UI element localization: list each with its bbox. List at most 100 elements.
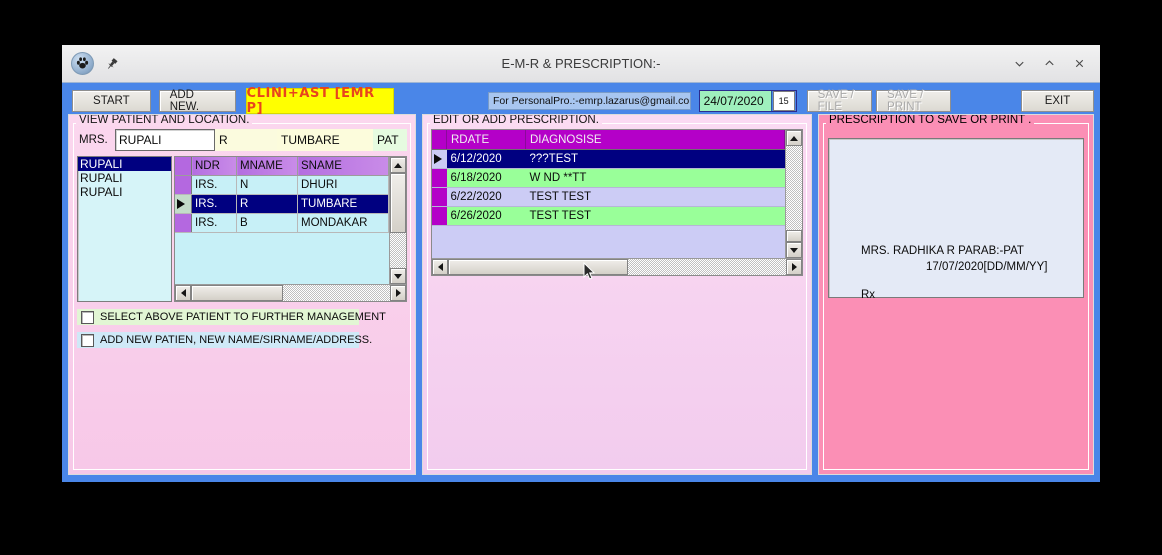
scroll-right-button[interactable]	[786, 259, 802, 275]
scrollbar-track[interactable]	[390, 233, 406, 268]
close-button[interactable]	[1066, 52, 1092, 76]
cell-sname[interactable]: MONDAKAR	[297, 213, 389, 233]
chevron-up-icon	[790, 135, 798, 141]
list-item[interactable]: RUPALI	[78, 157, 171, 171]
cell-mname[interactable]: N	[236, 175, 298, 195]
grid-table-scroll: NDR MNAME SNAME IRS. N DHURI IRS. R TUMB…	[175, 157, 389, 284]
prescription-data-grid: RDATE DIAGNOSISE 6/12/2020 ???TEST 6/18/…	[431, 129, 803, 276]
table-row[interactable]: IRS. B MONDAKAR	[175, 213, 389, 233]
cell-diagnosise[interactable]: W ND **TT	[525, 168, 785, 188]
preview-date: 17/07/2020[DD/MM/YY]	[926, 261, 1048, 273]
chevron-down-icon	[790, 247, 798, 253]
cell-rdate[interactable]: 6/22/2020	[446, 187, 526, 207]
cell-mname[interactable]: R	[236, 194, 298, 214]
grid-table-scroll: RDATE DIAGNOSISE 6/12/2020 ???TEST 6/18/…	[432, 130, 785, 258]
cell-gndr[interactable]: IRS.	[191, 175, 237, 195]
scrollbar-track[interactable]	[628, 259, 786, 275]
cell-rdate[interactable]: 6/12/2020	[446, 149, 526, 169]
cell-diagnosise[interactable]: ???TEST	[525, 149, 785, 169]
chevron-down-icon	[394, 273, 402, 279]
row-indicator[interactable]	[175, 175, 192, 195]
middle-initial-field[interactable]: R	[215, 129, 277, 151]
table-row[interactable]: 6/12/2020 ???TEST	[432, 149, 785, 169]
table-header-row: RDATE DIAGNOSISE	[432, 130, 785, 150]
add-new-patient-checkbox[interactable]	[81, 333, 94, 347]
application-window: E-M-R & PRESCRIPTION:- START ADD NEW. CL…	[62, 45, 1100, 482]
prescription-output-panel: PRESCRIPTION TO SAVE OR PRINT . MRS. RAD…	[818, 114, 1094, 475]
row-indicator[interactable]	[432, 149, 447, 169]
scrollbar-track[interactable]	[283, 285, 390, 301]
exit-button[interactable]: EXIT	[1020, 89, 1094, 112]
window-controls	[1006, 52, 1100, 76]
location-field[interactable]: PAT	[373, 129, 407, 151]
grid-vertical-scrollbar[interactable]	[785, 130, 802, 258]
row-indicator[interactable]	[432, 187, 447, 207]
grid-horizontal-scrollbar[interactable]	[175, 284, 406, 301]
scroll-down-button[interactable]	[390, 268, 406, 284]
select-patient-checkbox-row[interactable]: SELECT ABOVE PATIENT TO FURTHER MANAGEME…	[77, 309, 386, 325]
minimize-button[interactable]	[1006, 52, 1032, 76]
column-header-sname[interactable]: SNAME	[297, 157, 389, 176]
save-print-button[interactable]: SAVE / PRINT	[876, 89, 951, 113]
add-new-patient-checkbox-row[interactable]: ADD NEW PATIEN, NEW NAME/SIRNAME/ADDRESS…	[77, 332, 372, 348]
grid-main: NDR MNAME SNAME IRS. N DHURI IRS. R TUMB…	[175, 157, 406, 284]
pin-icon[interactable]	[105, 57, 119, 71]
chevron-left-icon	[180, 289, 186, 297]
left-panel-content: MRS. RUPALI R TUMBARE PAT RUPALI RUPALI …	[69, 115, 415, 348]
list-item[interactable]: RUPALI	[78, 171, 171, 185]
table-row[interactable]: IRS. R TUMBARE	[175, 194, 389, 214]
row-indicator[interactable]	[175, 213, 192, 233]
table-row[interactable]: 6/22/2020 TEST TEST	[432, 187, 785, 207]
date-input[interactable]: 24/07/2020	[699, 90, 772, 111]
cell-rdate[interactable]: 6/18/2020	[446, 168, 526, 188]
scrollbar-track[interactable]	[786, 146, 802, 230]
row-indicator[interactable]	[432, 168, 447, 188]
email-display-field[interactable]: For PersonalPro.:-emrp.lazarus@gmail.com	[488, 91, 691, 110]
scroll-left-button[interactable]	[175, 285, 191, 301]
table-row[interactable]: 6/26/2020 TEST TEST	[432, 206, 785, 226]
cell-rdate[interactable]: 6/26/2020	[446, 206, 526, 226]
current-row-arrow-icon	[177, 199, 185, 209]
save-file-button[interactable]: SAVE / FILE	[806, 89, 873, 113]
scrollbar-thumb[interactable]	[786, 230, 802, 242]
edit-prescription-panel: EDIT OR ADD PRESCRIPTION. RDATE DIAGNOSI…	[422, 114, 812, 475]
row-indicator[interactable]	[175, 194, 192, 214]
start-button[interactable]: START	[72, 89, 151, 112]
add-new-button[interactable]: ADD NEW.	[158, 89, 236, 113]
scrollbar-thumb[interactable]	[191, 285, 283, 301]
cell-diagnosise[interactable]: TEST TEST	[525, 187, 785, 207]
maximize-button[interactable]	[1036, 52, 1062, 76]
row-indicator[interactable]	[432, 206, 447, 226]
date-field-group: 24/07/2020 15	[698, 89, 797, 112]
scroll-up-button[interactable]	[786, 130, 802, 146]
grid-horizontal-scrollbar[interactable]	[432, 258, 802, 275]
table-row[interactable]: 6/18/2020 W ND **TT	[432, 168, 785, 188]
scroll-up-button[interactable]	[390, 157, 406, 173]
column-header-rdate[interactable]: RDATE	[446, 130, 526, 150]
cell-mname[interactable]: B	[236, 213, 298, 233]
scroll-left-button[interactable]	[432, 259, 448, 275]
cell-gndr[interactable]: IRS.	[191, 213, 237, 233]
table-row[interactable]: IRS. N DHURI	[175, 175, 389, 195]
column-header-diagnosise[interactable]: DIAGNOSISE	[525, 130, 785, 150]
cell-gndr[interactable]: IRS.	[191, 194, 237, 214]
cell-sname[interactable]: DHURI	[297, 175, 389, 195]
grid-vertical-scrollbar[interactable]	[389, 157, 406, 284]
patient-data-grid: NDR MNAME SNAME IRS. N DHURI IRS. R TUMB…	[174, 156, 407, 302]
date-stepper[interactable]: 15	[771, 90, 796, 111]
column-header-mname[interactable]: MNAME	[236, 157, 298, 176]
surname-field[interactable]: TUMBARE	[277, 129, 373, 151]
date-stepper-value: 15	[772, 90, 795, 111]
scroll-down-button[interactable]	[786, 242, 802, 258]
scrollbar-thumb[interactable]	[390, 173, 406, 233]
select-patient-checkbox[interactable]	[81, 310, 94, 324]
patient-list[interactable]: RUPALI RUPALI RUPALI	[77, 156, 172, 302]
cell-diagnosise[interactable]: TEST TEST	[525, 206, 785, 226]
scrollbar-thumb[interactable]	[448, 259, 628, 275]
cell-sname[interactable]: TUMBARE	[297, 194, 389, 214]
list-item[interactable]: RUPALI	[78, 185, 171, 199]
scroll-right-button[interactable]	[390, 285, 406, 301]
column-header-gndr[interactable]: NDR	[191, 157, 237, 176]
prescription-preview[interactable]: MRS. RADHIKA R PARAB:-PAT 17/07/2020[DD/…	[828, 138, 1084, 301]
first-name-input[interactable]: RUPALI	[115, 129, 215, 151]
